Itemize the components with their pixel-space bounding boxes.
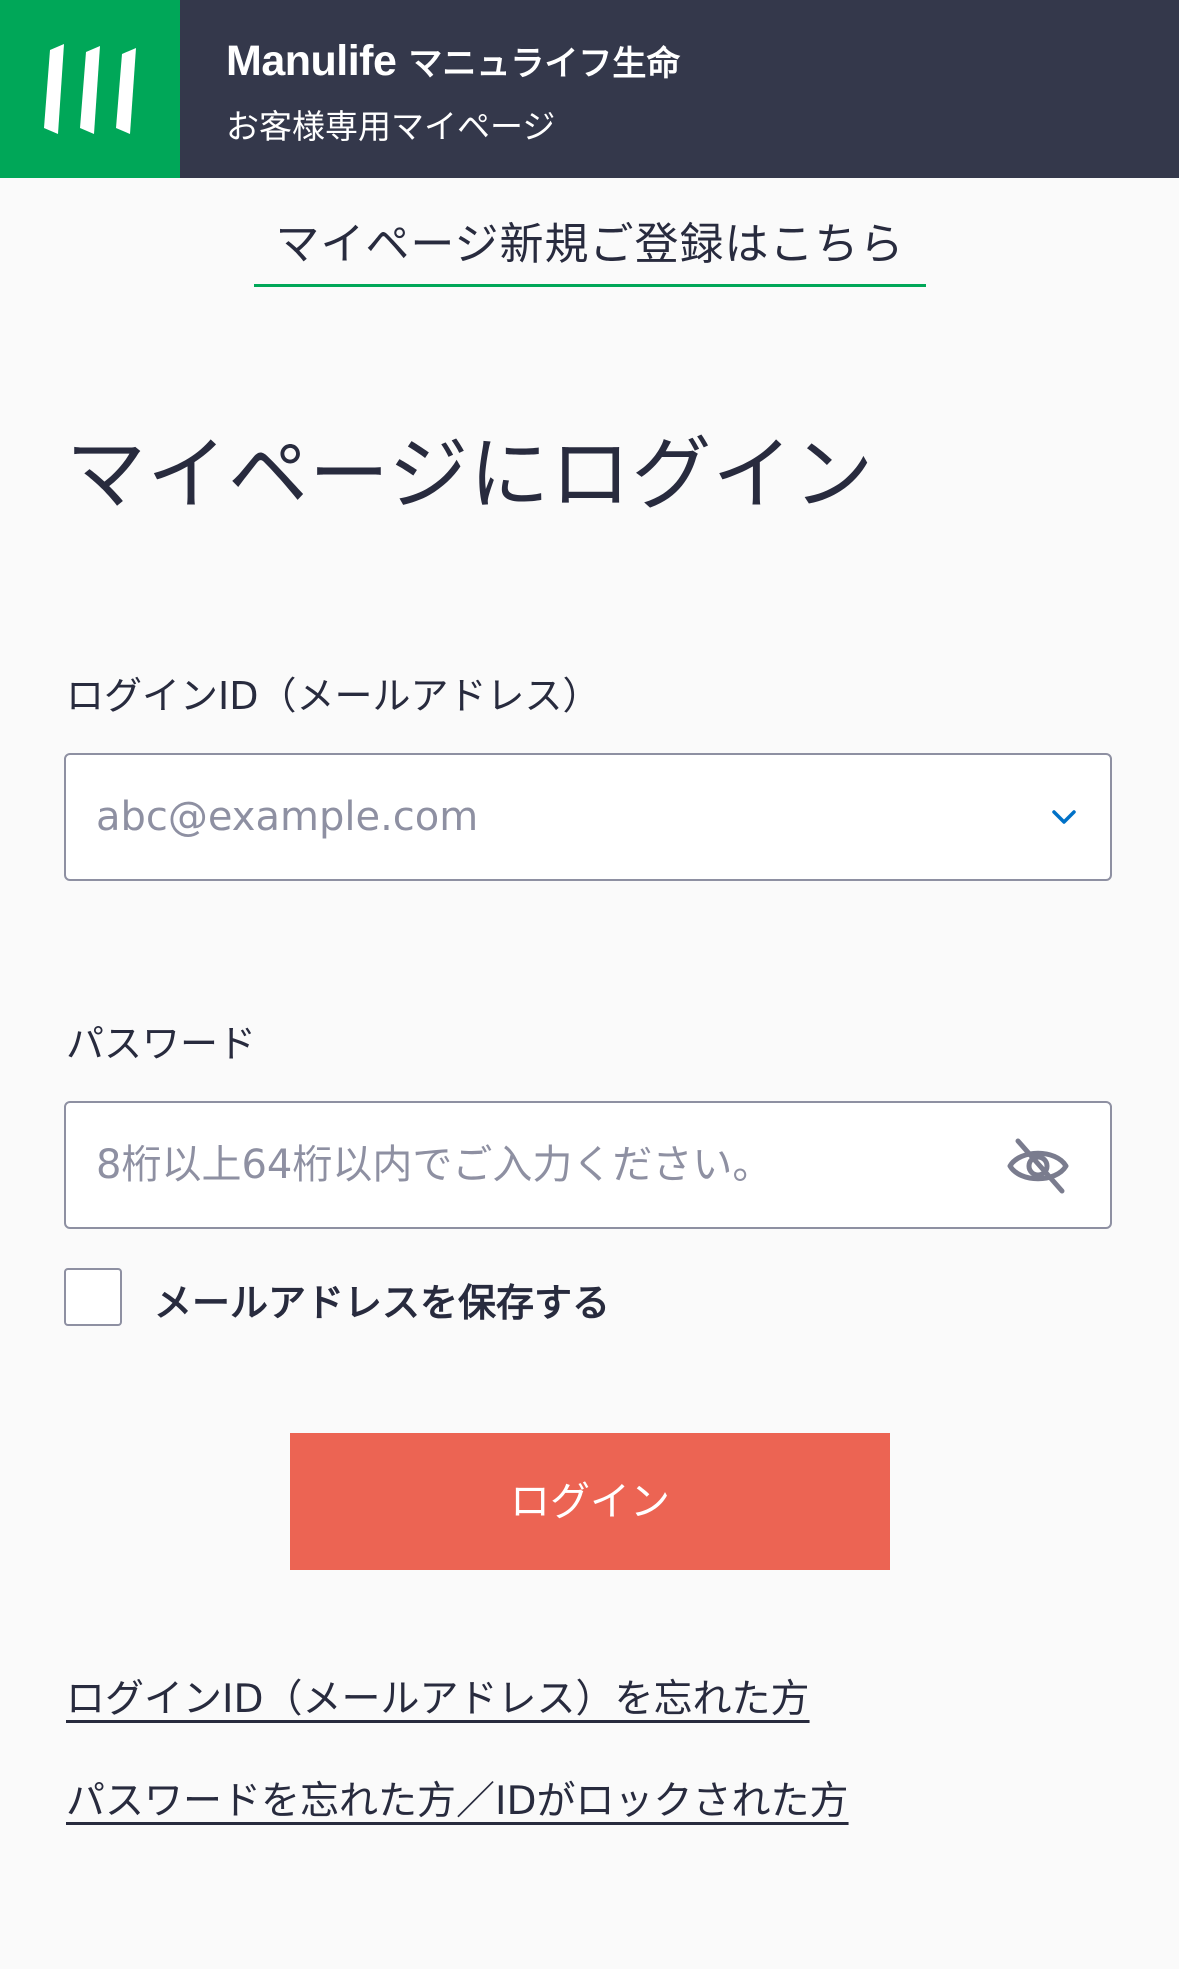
brand-name-jp: マニュライフ生命 — [408, 44, 681, 84]
remember-email-checkbox[interactable] — [64, 1268, 122, 1326]
password-field[interactable] — [64, 1101, 1112, 1229]
forgot-password-link[interactable]: パスワードを忘れた方／IDがロックされた方 — [66, 1770, 849, 1826]
manulife-logo[interactable] — [0, 0, 180, 178]
app-header: Manulife マニュライフ生命 お客様専用マイページ — [0, 0, 1179, 178]
login-id-input[interactable] — [96, 755, 996, 879]
manulife-m-icon — [44, 44, 136, 134]
login-id-label: ログインID（メールアドレス） — [66, 674, 601, 718]
password-label: パスワード — [66, 1022, 257, 1066]
brand-subtitle: お客様専用マイページ — [226, 107, 556, 146]
login-id-field[interactable] — [64, 753, 1112, 881]
brand-name: Manulife — [226, 37, 397, 85]
register-link[interactable]: マイページ新規ご登録はこちら — [254, 214, 926, 287]
remember-email-label[interactable]: メールアドレスを保存する — [154, 1272, 610, 1327]
password-input[interactable] — [96, 1103, 996, 1227]
brand-title: Manulife マニュライフ生命 — [226, 36, 680, 86]
chevron-down-icon[interactable] — [1048, 801, 1080, 833]
page-title: マイページにログイン — [66, 428, 875, 521]
forgot-id-link[interactable]: ログインID（メールアドレス）を忘れた方 — [66, 1668, 810, 1724]
eye-off-icon[interactable] — [1006, 1135, 1070, 1197]
login-button[interactable]: ログイン — [290, 1433, 890, 1570]
